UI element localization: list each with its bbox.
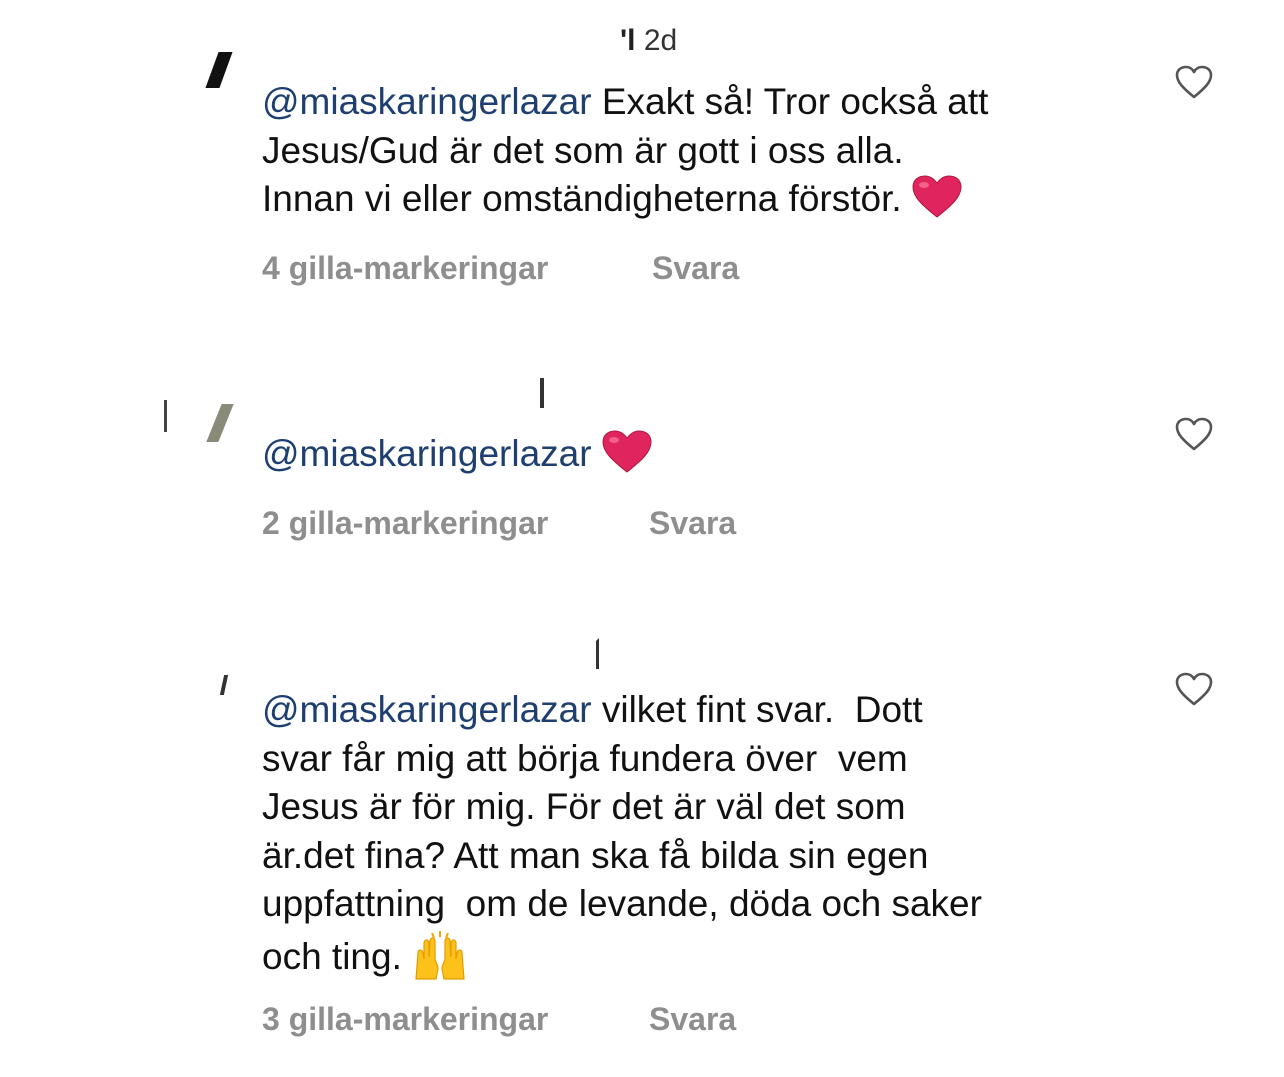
comment-text: @miaskaringerlazar: [262, 430, 1142, 479]
comment-timestamp: 'l 2d: [620, 24, 678, 57]
redacted-username: [540, 378, 544, 408]
heart-outline-icon[interactable]: [1174, 671, 1214, 707]
likes-count[interactable]: 3 gilla-markeringar: [262, 1001, 548, 1037]
comment-text-line-1: Exakt så! Tror också att: [591, 81, 989, 122]
reply-button[interactable]: Svara: [652, 250, 739, 287]
likes-count[interactable]: 4 gilla-markeringar: [262, 250, 548, 286]
red-heart-emoji: [602, 430, 652, 474]
raised-hands-emoji: [412, 929, 468, 981]
comment-text-line-2: Jesus/Gud är det som är gott i oss alla.: [262, 129, 904, 171]
avatar[interactable]: [160, 665, 240, 725]
redacted-username: [588, 638, 599, 669]
comment-text: @miaskaringerlazar Exakt så! Tror också …: [262, 78, 1142, 224]
comment-meta: 3 gilla-markeringar Svara: [262, 1001, 736, 1038]
comment-text-line-1: vilket fint svar. Dott: [591, 689, 923, 730]
comment-text-line-3: Innan vi eller omständigheterna förstör.: [262, 178, 912, 219]
reply-button[interactable]: Svara: [649, 1001, 736, 1038]
comment-meta: 4 gilla-markeringar Svara: [262, 250, 739, 287]
comment-text-line-6: och ting.: [262, 935, 413, 977]
comment-text-line-5: uppfattning om de levande, döda och sake…: [262, 883, 982, 924]
comment-meta: 2 gilla-markeringar Svara: [262, 505, 736, 542]
likes-count[interactable]: 2 gilla-markeringar: [262, 505, 548, 541]
heart-outline-icon[interactable]: [1174, 416, 1214, 452]
comment-text-line-2: svar får mig att börja fundera över vem: [262, 737, 908, 779]
comment-text-line-4: är.det fina? Att man ska få bilda sin eg…: [262, 834, 929, 876]
comment-text-line-3: Jesus är för mig. För det är väl det som: [262, 786, 906, 827]
mention-link[interactable]: @miaskaringerlazar: [262, 81, 592, 122]
heart-outline-icon[interactable]: [1174, 64, 1214, 100]
comment-text: @miaskaringerlazar vilket fint svar. Dot…: [262, 686, 1142, 981]
red-heart-emoji: [912, 175, 962, 219]
mention-link[interactable]: @miaskaringerlazar: [262, 433, 592, 474]
avatar[interactable]: [160, 40, 240, 100]
avatar[interactable]: [160, 390, 240, 450]
mention-link[interactable]: @miaskaringerlazar: [262, 689, 592, 730]
comment-text-line-1: [592, 433, 602, 474]
reply-button[interactable]: Svara: [649, 505, 736, 542]
